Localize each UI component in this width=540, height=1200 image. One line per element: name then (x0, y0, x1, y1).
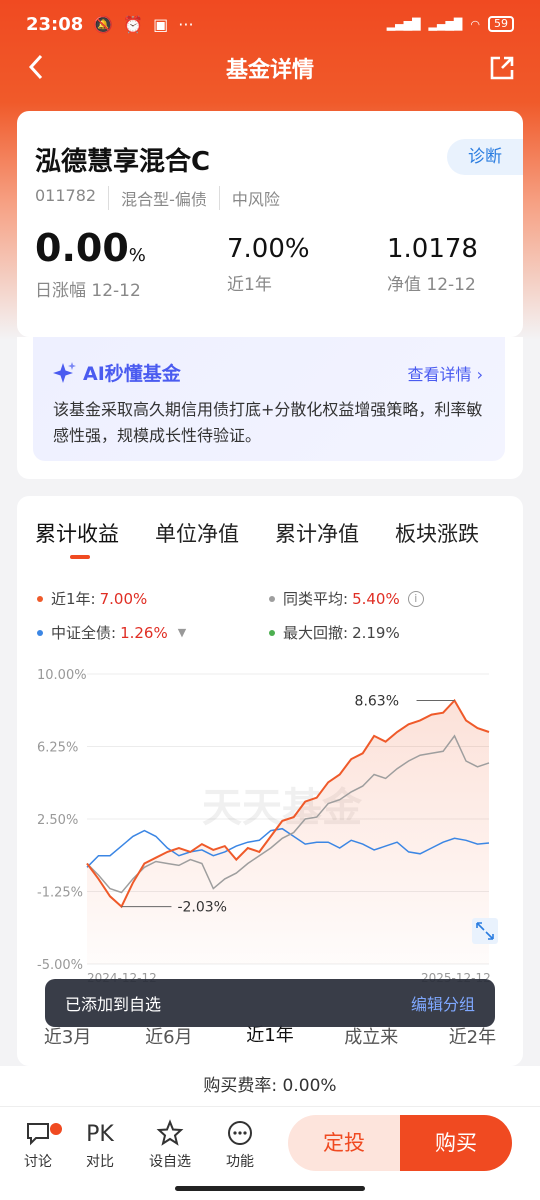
ai-summary-card: AI秒懂基金 查看详情 › 该基金采取高久期信用债打底+分散化权益增强策略，利率… (17, 337, 523, 479)
info-icon[interactable]: i (407, 590, 424, 607)
y-tick-label: 2.50% (37, 813, 78, 828)
fund-meta: 011782 混合型-偏债 中风险 (35, 186, 304, 210)
back-button[interactable] (26, 52, 46, 90)
legend-dot-drawdown (269, 629, 275, 636)
notification-badge (50, 1123, 62, 1135)
caret-down-icon: ▼ (177, 626, 187, 639)
chevron-left-icon (28, 54, 43, 80)
legend-dot-index (37, 629, 43, 636)
buy-button[interactable]: 购买 (400, 1115, 512, 1171)
nav-bar: 基金详情 (0, 48, 540, 88)
ai-title: AI秒懂基金 (53, 359, 181, 386)
star-icon (140, 1119, 200, 1151)
more-notifications-icon: ··· (178, 14, 194, 34)
share-button[interactable] (488, 54, 516, 82)
tab-sector-change[interactable]: 板块涨跌 (395, 518, 479, 548)
legend-index-label: 中证全债: (51, 624, 117, 642)
pk-icon: PK (86, 1122, 114, 1147)
edit-group-button[interactable]: 编辑分组 (411, 991, 475, 1015)
legend-peer: 同类平均: 5.40% i (269, 588, 424, 609)
toast-message: 已添加到自选 编辑分组 (45, 979, 495, 1027)
chevron-right-icon: › (476, 365, 483, 384)
home-indicator (175, 1186, 365, 1191)
battery-icon: 59 (488, 16, 514, 32)
daily-change-stat: 0.00% 日涨幅 12-12 (35, 226, 146, 301)
status-right: ▂▄▆█ ▂▄▆█ ◠ 59 (387, 16, 514, 32)
daily-change-unit: % (128, 245, 146, 266)
add-watchlist-button[interactable]: 设自选 (140, 1119, 200, 1171)
ai-summary-panel: AI秒懂基金 查看详情 › 该基金采取高久期信用债打底+分散化权益增强策略，利率… (33, 337, 505, 461)
year-return-value: 7.00% (227, 234, 310, 264)
nav-value: 1.0178 (387, 234, 478, 264)
status-notification-icons: 🔕 ⏰ ▣ ··· (93, 15, 193, 34)
watchlist-label: 设自选 (149, 1154, 191, 1170)
legend-fund-label: 近1年: (51, 590, 96, 608)
y-tick-label: 6.25% (37, 741, 78, 756)
share-icon (490, 56, 514, 80)
fund-summary-card: 泓德慧享混合C 诊断 011782 混合型-偏债 中风险 0.00% 日涨幅 1… (17, 111, 523, 337)
expand-icon-bg (472, 918, 498, 944)
compare-label: 对比 (86, 1154, 114, 1170)
tab-cumulative-nav[interactable]: 累计净值 (275, 518, 359, 548)
min-annotation-label: -2.03% (177, 900, 227, 916)
ai-detail-link-text: 查看详情 (407, 365, 472, 384)
diagnose-button[interactable]: 诊断 (447, 139, 523, 175)
year-return-stat: 7.00% 近1年 (227, 226, 310, 295)
legend-dot-peer (269, 595, 275, 602)
legend-peer-value: 5.40% (352, 589, 400, 608)
page-title: 基金详情 (225, 58, 314, 83)
cumulative-return-chart[interactable]: 10.00%6.25%2.50%-1.25%-5.00%天天基金8.63%-2.… (17, 656, 523, 986)
y-tick-label: -1.25% (37, 886, 83, 901)
discuss-button[interactable]: 讨论 (8, 1119, 68, 1171)
legend-fund-value: 7.00% (99, 589, 148, 608)
signal-icon: ▂▄▆█ (386, 17, 421, 31)
compare-button[interactable]: PK 对比 (70, 1119, 130, 1171)
daily-change-label: 日涨幅 12-12 (35, 281, 141, 301)
daily-change-value: 0.00 (35, 226, 129, 270)
app-notification-icon: ▣ (153, 14, 169, 34)
alarm-icon: ⏰ (123, 14, 144, 34)
nav-stat: 1.0178 净值 12-12 (387, 226, 478, 295)
purchase-fee: 购买费率: 0.00% (0, 1066, 540, 1106)
mute-icon: 🔕 (93, 14, 114, 34)
legend-peer-label: 同类平均: (283, 590, 349, 608)
tab-indicator (70, 555, 90, 559)
fund-name: 泓德慧享混合C (35, 147, 211, 177)
legend-index-value: 1.26% (120, 623, 168, 642)
fund-risk: 中风险 (231, 190, 280, 209)
status-bar: 23:08 🔕 ⏰ ▣ ··· ▂▄▆█ ▂▄▆█ ◠ 59 (0, 0, 540, 48)
fixed-investment-button[interactable]: 定投 (288, 1115, 400, 1171)
y-tick-label: 10.00% (37, 668, 87, 683)
legend-index[interactable]: 中证全债: 1.26% ▼ (37, 622, 186, 643)
functions-button[interactable]: 功能 (210, 1119, 270, 1171)
discuss-label: 讨论 (24, 1154, 52, 1170)
max-annotation-label: 8.63% (355, 693, 399, 709)
ai-title-text: AI秒懂基金 (83, 363, 181, 385)
fund-code: 011782 (35, 186, 110, 210)
legend-fund: 近1年: 7.00% (37, 588, 147, 609)
status-time: 23:08 (26, 13, 84, 35)
wifi-icon: ◠ (470, 17, 480, 31)
legend-drawdown: 最大回撤: 2.19% (269, 622, 400, 643)
nav-label: 净值 12-12 (387, 275, 476, 295)
legend-drawdown-label: 最大回撤: (283, 624, 349, 642)
chart-tabs: 累计收益 单位净值 累计净值 板块涨跌 (35, 518, 479, 548)
more-icon (210, 1119, 270, 1151)
signal-icon-2: ▂▄▆█ (428, 17, 463, 31)
legend-dot-fund (37, 595, 43, 602)
year-return-label: 近1年 (227, 275, 272, 295)
functions-label: 功能 (226, 1154, 254, 1170)
tab-unit-nav[interactable]: 单位净值 (155, 518, 239, 548)
ai-summary-text: 该基金采取高久期信用债打底+分散化权益增强策略，利率敏感性强，规模成长性待验证。 (53, 400, 483, 445)
sparkle-icon (53, 361, 76, 383)
legend-drawdown-value: 2.19% (352, 623, 400, 642)
ai-detail-link[interactable]: 查看详情 › (407, 361, 483, 385)
y-tick-label: -5.00% (37, 958, 83, 973)
toast-text: 已添加到自选 (65, 995, 162, 1014)
tab-cumulative-return[interactable]: 累计收益 (35, 518, 119, 548)
fund-type: 混合型-偏债 (121, 186, 220, 210)
